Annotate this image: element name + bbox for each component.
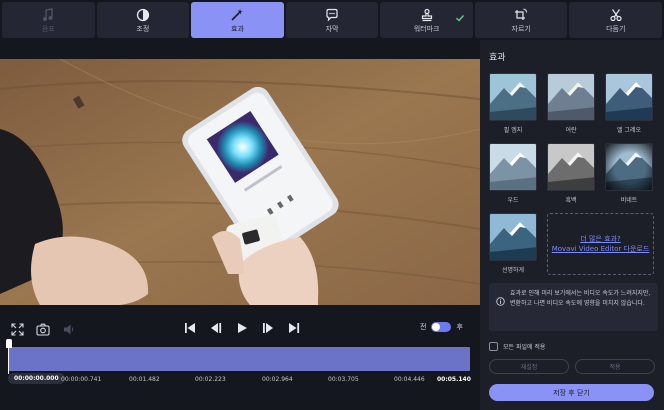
skip-start-icon[interactable] (183, 321, 197, 335)
apply-button[interactable]: 적용 (575, 359, 655, 374)
play-icon[interactable] (235, 321, 249, 335)
panel-title: 효과 (489, 53, 506, 63)
player-controls: 전 후 00:00:00.000 00:00:00.741 00:01.482 … (0, 305, 480, 410)
scissors-icon (609, 8, 623, 22)
current-time: 00:00:00.000 (8, 373, 65, 384)
tab-label: 자막 (325, 24, 339, 33)
stamp-icon (420, 8, 434, 22)
effects-panel: 효과 필 엠지 어란 엘 그레오 우드 흑백 비네트 선명하게 더 많은 효과?… (480, 40, 664, 410)
effect-item[interactable]: 어란 (547, 73, 595, 134)
camera-icon[interactable] (36, 322, 50, 336)
contrast-icon (136, 8, 150, 22)
effect-label: 어란 (565, 127, 577, 134)
toolbar: 음표 조정 효과 자막 워터마크 자르기 다듬기 (0, 0, 664, 40)
before-after-compare: 전 후 (420, 322, 463, 332)
effect-thumbnail (547, 143, 595, 191)
tab-label: 음표 (41, 24, 55, 33)
tab-crop[interactable]: 자르기 (474, 2, 568, 38)
tab-label: 자르기 (511, 24, 531, 33)
info-icon (496, 291, 505, 306)
effect-item[interactable]: 흑백 (547, 143, 595, 204)
skip-end-icon[interactable] (287, 321, 301, 335)
effect-label: 필 엠지 (503, 127, 523, 134)
timeline-track[interactable] (8, 347, 470, 371)
compare-toggle[interactable] (431, 322, 452, 332)
apply-all-option[interactable]: 모든 파일에 적용 (489, 342, 545, 351)
tab-trim[interactable]: 다듬기 (569, 2, 663, 38)
compare-after-label: 후 (456, 323, 463, 331)
tab-adjust[interactable]: 조정 (96, 2, 190, 38)
ruler-tick: 00:03.705 (328, 376, 359, 383)
download-editor-link[interactable]: Movavi Video Editor 다운로드 (552, 244, 650, 254)
effect-thumbnail (605, 73, 653, 121)
compare-before-label: 전 (420, 323, 427, 331)
effect-label: 선명하게 (501, 267, 525, 274)
playhead[interactable] (6, 339, 12, 374)
playhead-handle[interactable] (6, 339, 12, 348)
ruler-tick: 00:01.482 (129, 376, 160, 383)
info-notice: 효과로 인해 미리 보기에서는 비디오 속도가 느려지지만, 변환하고 나면 비… (489, 283, 658, 331)
effect-thumbnail (605, 143, 653, 191)
effect-item[interactable]: 필 엠지 (489, 73, 537, 134)
crop-rotate-icon (514, 8, 528, 22)
ruler-tick: 00:02.223 (195, 376, 226, 383)
effect-thumbnail (489, 143, 537, 191)
more-effects-box: 더 많은 효과? Movavi Video Editor 다운로드 (547, 213, 654, 275)
tab-label: 워터마크 (413, 24, 440, 33)
effect-item[interactable]: 비네트 (605, 143, 653, 204)
ruler-tick-end: 00:05.140 (437, 376, 471, 383)
ruler-tick: 00:02.964 (262, 376, 293, 383)
volume-icon[interactable] (62, 322, 76, 336)
music-note-icon (41, 7, 55, 22)
ruler-tick: 00:04.446 (394, 376, 425, 383)
effect-label: 엘 그레오 (617, 127, 641, 134)
effect-label: 흑백 (565, 197, 577, 204)
checkmark-icon (455, 8, 465, 22)
tab-label: 효과 (231, 24, 244, 33)
tab-watermark[interactable]: 워터마크 (380, 2, 473, 38)
video-frame (0, 59, 480, 305)
tab-audio: 음표 (2, 2, 95, 38)
tab-effects[interactable]: 효과 (191, 2, 284, 38)
effect-thumbnail (489, 73, 537, 121)
toggle-knob (432, 323, 441, 331)
save-close-button[interactable]: 저장 후 닫기 (489, 384, 654, 401)
effect-item[interactable]: 선명하게 (489, 213, 537, 274)
app-window: 음표 조정 효과 자막 워터마크 자르기 다듬기 전 후 00:00:00.00… (0, 0, 664, 410)
apply-all-label: 모든 파일에 적용 (503, 344, 546, 351)
info-text: 효과로 인해 미리 보기에서는 비디오 속도가 느려지지만, 변환하고 나면 비… (510, 290, 651, 307)
more-effects-link[interactable]: 더 많은 효과? (580, 234, 620, 244)
tab-subtitles[interactable]: 자막 (285, 2, 379, 38)
effect-label: 비네트 (620, 197, 638, 204)
tab-label: 다듬기 (606, 24, 626, 33)
playback-buttons (183, 321, 301, 335)
video-preview[interactable] (0, 59, 480, 305)
player-tools (10, 322, 76, 336)
fullscreen-icon[interactable] (10, 322, 24, 336)
apply-all-checkbox[interactable] (489, 342, 498, 351)
ruler-tick: 00:00:00.741 (61, 376, 102, 383)
effect-item[interactable]: 우드 (489, 143, 537, 204)
frame-forward-icon[interactable] (261, 321, 275, 335)
effect-thumbnail (547, 73, 595, 121)
magic-wand-icon (230, 8, 244, 22)
speech-bubble-icon (325, 8, 339, 22)
reset-button[interactable]: 재설정 (489, 359, 569, 374)
effect-label: 우드 (507, 197, 519, 204)
tab-label: 조정 (136, 24, 150, 33)
frame-back-icon[interactable] (209, 321, 223, 335)
time-ruler: 00:00:00.000 00:00:00.741 00:01.482 00:0… (8, 371, 471, 387)
effect-item[interactable]: 엘 그레오 (605, 73, 653, 134)
effect-thumbnail (489, 213, 537, 261)
